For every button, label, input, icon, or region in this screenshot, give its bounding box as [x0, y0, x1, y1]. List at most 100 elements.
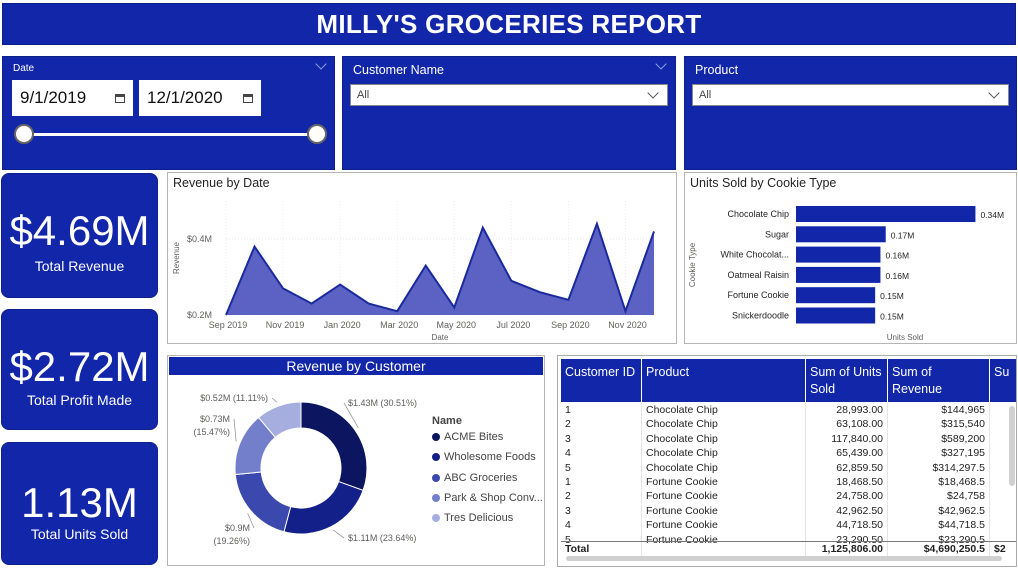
- table-row[interactable]: 4 Chocolate Chip 65,439.00 $327,195: [561, 446, 1016, 461]
- bar[interactable]: [796, 266, 881, 283]
- table-cell: Fortune Cookie: [642, 503, 806, 519]
- bar-data-label: 0.16M: [885, 271, 909, 281]
- chevron-down-icon[interactable]: [647, 87, 659, 99]
- category-label: White Chocolat...: [720, 250, 789, 260]
- bar[interactable]: [796, 246, 881, 263]
- x-tick-label: Nov 2019: [266, 320, 305, 330]
- legend-item[interactable]: ACME Bites: [432, 431, 503, 443]
- revenue-by-date-card[interactable]: Revenue by Date $0.2M $0.4M Sep 2019 Nov 20…: [167, 172, 677, 344]
- table-cell: [990, 504, 1016, 518]
- customer-slicer[interactable]: Customer Name: [342, 56, 676, 170]
- y-axis-title: Revenue: [172, 241, 181, 274]
- y-tick-label: $0.2M: [187, 310, 212, 320]
- table-row[interactable]: 1 Chocolate Chip 28,993.00 $144,965: [561, 403, 1016, 418]
- calendar-icon[interactable]: [115, 93, 125, 103]
- table-row[interactable]: 5 Chocolate Chip 62,859.50 $314,297.5: [561, 460, 1016, 475]
- table-cell: 28,993.00: [806, 403, 888, 418]
- chevron-down-icon[interactable]: [315, 58, 327, 70]
- bar[interactable]: [796, 226, 886, 243]
- table-cell: 5: [561, 460, 642, 475]
- total-revenue-card: $4.69M Total Revenue: [1, 173, 158, 298]
- total-profit-label: Total Profit Made: [26, 392, 133, 408]
- customer-dropdown-value: All: [357, 89, 370, 101]
- bar[interactable]: [796, 287, 876, 304]
- product-dropdown-value: All: [699, 89, 712, 101]
- table-row[interactable]: 4 Fortune Cookie 44,718.50 $44,718.5: [561, 518, 1016, 533]
- table-cell: $44,718.5: [888, 518, 990, 533]
- table-cell: 18,468.50: [806, 475, 888, 490]
- table-cell: 1: [561, 475, 642, 490]
- revenue-by-customer-card[interactable]: Revenue by Customer $1.43M (30.51%) $1.11…: [167, 355, 545, 566]
- x-tick-label: May 2020: [437, 320, 477, 330]
- table-cell: Fortune Cookie: [642, 518, 806, 533]
- legend-label: ABC Groceries: [444, 471, 518, 484]
- report-title: MILLY'S GROCERIES REPORT: [316, 8, 702, 39]
- date-range-end-handle[interactable]: [307, 124, 327, 144]
- legend-label: ACME Bites: [444, 431, 504, 443]
- start-date-input[interactable]: 9/1/2019: [12, 80, 133, 116]
- bar-data-label: 0.15M: [880, 291, 904, 301]
- legend-item[interactable]: Wholesome Foods: [432, 451, 536, 463]
- slice-data-label: $0.52M (11.11%): [200, 393, 268, 403]
- table-cell: $24,758: [888, 489, 990, 504]
- revenue-by-date-chart[interactable]: $0.2M $0.4M Sep 2019 Nov 2019 Jan 2020 Mar 20…: [168, 173, 676, 343]
- slice-data-label: $0.9M: [225, 523, 250, 533]
- slice-data-label: $1.43M (30.51%): [348, 398, 417, 408]
- table-row[interactable]: 3 Chocolate Chip 117,840.00 $589,200: [561, 431, 1016, 447]
- col-header-revenue[interactable]: Sum of Revenue: [888, 359, 990, 402]
- table-cell: $315,540: [888, 417, 990, 432]
- category-label: Chocolate Chip: [727, 209, 789, 219]
- product-slicer-title: Product: [695, 63, 739, 77]
- legend-item[interactable]: ABC Groceries: [432, 472, 517, 484]
- table-header: Customer ID Product Sum of Units Sold Su…: [561, 359, 1016, 402]
- x-axis-title: Units Sold: [887, 333, 923, 342]
- x-tick-label: Sep 2019: [209, 320, 248, 330]
- date-range-start-handle[interactable]: [14, 124, 34, 144]
- table-row[interactable]: 2 Chocolate Chip 63,108.00 $315,540: [561, 417, 1016, 432]
- units-by-cookie-chart[interactable]: Chocolate Chip 0.34M Sugar 0.17M White Choco…: [685, 173, 1016, 343]
- table-cell: $42,962.5: [888, 503, 990, 519]
- table-cell: Chocolate Chip: [642, 403, 806, 418]
- horizontal-scrollbar[interactable]: [566, 556, 1002, 561]
- col-header-truncated[interactable]: Su: [990, 359, 1016, 402]
- col-header-units-sold[interactable]: Sum of Units Sold: [806, 359, 888, 402]
- donut-slice[interactable]: [300, 401, 368, 492]
- total-label: Total: [561, 542, 642, 557]
- revenue-area[interactable]: [226, 223, 654, 315]
- product-slicer[interactable]: Product: [684, 56, 1017, 170]
- col-header-product[interactable]: Product: [642, 359, 806, 402]
- col-header-customer-id[interactable]: Customer ID: [561, 359, 642, 402]
- table-cell: $314,297.5: [888, 460, 990, 475]
- table-cell: [990, 518, 1016, 532]
- table-row[interactable]: 2 Fortune Cookie 24,758.00 $24,758: [561, 489, 1016, 504]
- table-row[interactable]: 1 Fortune Cookie 18,468.50 $18,468.5: [561, 475, 1016, 490]
- end-date-input[interactable]: 12/1/2020: [139, 80, 261, 116]
- table-cell: $327,195: [888, 446, 990, 461]
- legend-dot: [432, 433, 440, 441]
- legend-dot: [432, 514, 440, 523]
- total-units: 1,125,806.00: [806, 542, 888, 557]
- customer-dropdown[interactable]: All: [350, 84, 668, 106]
- vertical-scrollbar[interactable]: [1009, 406, 1015, 486]
- units-by-cookie-card[interactable]: Units Sold by Cookie Type Chocolate Chip…: [684, 172, 1017, 344]
- table-cell: 2: [561, 489, 642, 504]
- sales-table[interactable]: Customer ID Product Sum of Units Sold Su…: [557, 355, 1017, 567]
- legend-item[interactable]: Park & Shop Conv...: [432, 492, 543, 504]
- legend-label: Park & Shop Conv...: [444, 491, 543, 504]
- bar[interactable]: [796, 206, 976, 222]
- product-dropdown[interactable]: All: [692, 84, 1009, 106]
- calendar-icon[interactable]: [243, 93, 253, 103]
- bar[interactable]: [796, 307, 876, 324]
- date-range-slider-track[interactable]: [24, 133, 316, 136]
- table-cell: 63,108.00: [806, 417, 888, 432]
- table-row[interactable]: 3 Fortune Cookie 42,962.50 $42,962.5: [561, 503, 1016, 519]
- chevron-down-icon[interactable]: [655, 58, 667, 70]
- legend-item[interactable]: Tres Delicious: [432, 512, 513, 524]
- total-revenue: $4,690,250.5: [888, 542, 990, 557]
- donut-slice[interactable]: [283, 480, 364, 535]
- x-tick-label: Mar 2020: [380, 320, 418, 330]
- total-profit-value: $2.72M: [9, 343, 150, 390]
- chevron-down-icon[interactable]: [988, 87, 1000, 99]
- table-cell: 3: [561, 431, 642, 447]
- legend-label: Tres Delicious: [444, 512, 514, 525]
